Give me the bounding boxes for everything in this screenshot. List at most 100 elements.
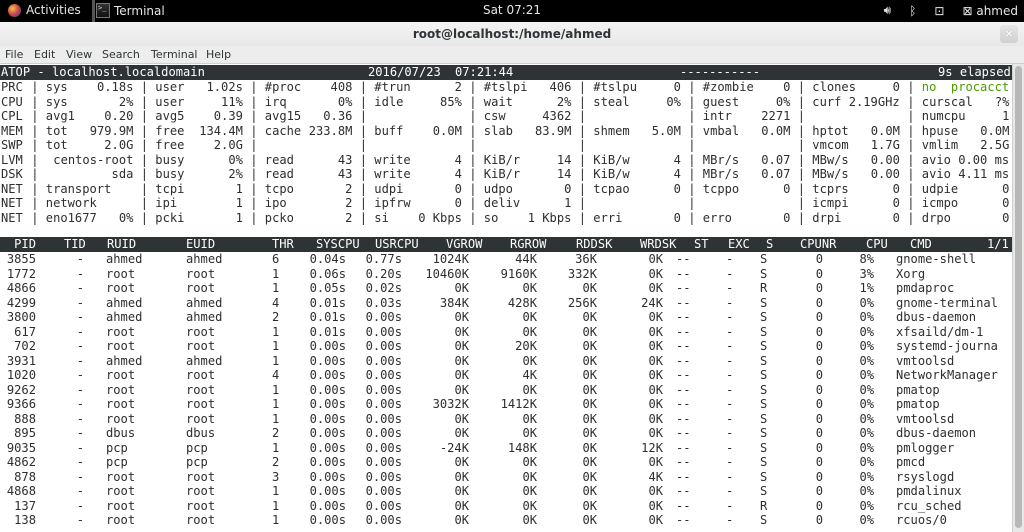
time: 07:21:44: [455, 65, 514, 79]
process-row[interactable]: 138- root root 1 0.00s 0.00s 0K 0K 0K 0K -- - S 0 0% rc…: [0, 513, 1012, 528]
scrollbar[interactable]: [1012, 64, 1024, 532]
process-row[interactable]: 1772 - root root 1 0.06s 0.20s 10460K 9160K 332K 0…: [0, 267, 1012, 282]
cell-tid: -: [76, 469, 84, 484]
close-button[interactable]: ×: [1000, 25, 1018, 43]
process-row[interactable]: 888- root root 1 0.00s 0.00s 0K 0K 0K 0K -- - S 0 0% vm…: [0, 412, 1012, 427]
bluetooth-icon[interactable]: ᛒ: [909, 4, 916, 18]
separator: |: [140, 152, 148, 167]
cell-s: S: [760, 266, 768, 281]
separator: |: [469, 152, 477, 167]
menu-search[interactable]: Search: [102, 48, 140, 61]
cell-s: S: [760, 397, 768, 411]
cell-ruid: root: [106, 397, 136, 411]
process-row[interactable]: 4868- root root 1 0.00s 0.00s 0K 0K 0K 0K -- - S 0 0% p…: [0, 484, 1012, 499]
cell-pid: 4866: [6, 281, 36, 295]
menu-view[interactable]: View: [66, 48, 92, 61]
system-tray[interactable]: 🔊︎ ᛒ ⊡ ⊠ ahmed: [884, 3, 1018, 18]
cell-st: --: [676, 426, 691, 440]
metric-value: 0%: [118, 210, 134, 225]
cell-wrdsk: 0K: [648, 382, 663, 397]
line-tag: NET: [1, 196, 23, 210]
separator: |: [31, 109, 39, 123]
menu-help[interactable]: Help: [206, 48, 231, 61]
volume-icon[interactable]: 🔊︎: [884, 3, 892, 18]
cell-pid: 1020: [6, 368, 36, 382]
activities-button[interactable]: Activities: [8, 3, 81, 17]
cell-rddsk: 0K: [582, 368, 597, 382]
process-row[interactable]: 878- root root 3 0.00s 0.00s 0K 0K 0K 4K -- - S 0 0% rs…: [0, 470, 1012, 485]
process-row[interactable]: 1020- root root 4 0.00s 0.00s 0K 4K 0K 0K -- - S 0 0% N…: [0, 368, 1012, 383]
cell-vgrow: 0K: [454, 469, 469, 484]
user-icon: ⊠: [962, 3, 973, 18]
line-tag: NET: [1, 210, 23, 225]
separator: |: [469, 138, 477, 152]
cell-cmd: vmtoolsd: [896, 353, 955, 368]
sys-line-cpu: CPU | sys 2% | user 11% | irq 0% | idle 85% | wait 2% | s…: [0, 94, 1024, 110]
process-row[interactable]: 4299 - ahmed ahmed 4 0.01s 0.03s 384K 428K 256K 24…: [0, 296, 1012, 311]
cell-rgrow: 148K: [507, 440, 537, 455]
app-menu-button[interactable]: >_ Terminal: [96, 3, 165, 18]
window-titlebar[interactable]: root@localhost:/home/ahmed ×: [0, 22, 1024, 46]
cell-usrcpu: 0.00s: [365, 498, 402, 513]
cell-thr: 4: [272, 295, 280, 310]
clock[interactable]: Sat 07:21: [483, 3, 541, 17]
cell-tid: -: [76, 382, 84, 397]
separator: |: [250, 196, 258, 210]
process-row[interactable]: 3855- ahmed ahmed 6 0.04s 0.77s 1024K 44K 36K 0K -…: [0, 252, 1012, 267]
cell-pid: 888: [14, 411, 36, 426]
line-tag: LVM: [1, 152, 23, 167]
cell-pid: 3931: [6, 353, 36, 368]
cell-s: R: [760, 498, 768, 513]
cell-ruid: root: [106, 368, 136, 382]
process-row[interactable]: 137- root root 1 0.00s 0.00s 0K 0K 0K 0K -- - R 0 0% rc…: [0, 499, 1012, 514]
terminal-view[interactable]: ATOP - localhost.localdomain 2016/07/23 …: [0, 64, 1024, 532]
cell-vgrow: 0K: [454, 324, 469, 339]
cell-cpu: 0%: [859, 324, 874, 339]
cell-s: S: [760, 310, 768, 324]
process-row[interactable]: 4862- pcp pcp 2 0.00s 0.00s 0K 0K 0K 0K -- - S 0 0% pmc…: [0, 455, 1012, 470]
metric-value: 233.8M: [308, 123, 353, 138]
process-row[interactable]: 4866- root root 1 0.05s 0.02s 0K 0K 0K 0K -- - R 0 1% p…: [0, 281, 1012, 296]
network-icon[interactable]: ⊡: [934, 4, 944, 18]
process-row[interactable]: 617- root root 1 0.01s 0.00s 0K 0K 0K 0K -- - S 0 0% xf…: [0, 325, 1012, 340]
metric-value: 0: [892, 181, 900, 196]
menu-terminal[interactable]: Terminal: [151, 48, 198, 61]
separator: |: [907, 80, 915, 94]
metric-value: 1: [235, 181, 243, 196]
cell-cpunr: 0: [815, 455, 823, 469]
cell-ruid: ahmed: [106, 252, 143, 266]
cell-wrdsk: 0K: [648, 310, 663, 324]
metric-label: curf 2.19GHz: [812, 94, 900, 109]
process-row[interactable]: 702- root root 1 0.00s 0.00s 0K 20K 0K 0K -- - S 0 0% s…: [0, 339, 1012, 354]
scrollbar-thumb[interactable]: [1015, 66, 1022, 528]
process-row[interactable]: 9035- pcp pcp 1 0.00s 0.00s -24K 148K 0K 12K -- - S 0…: [0, 441, 1012, 456]
metric-value: 0: [564, 181, 572, 196]
metric-value: 0: [892, 196, 900, 210]
cell-exc: -: [726, 513, 734, 527]
cell-rddsk: 0K: [582, 339, 597, 353]
cell-tid: -: [76, 252, 84, 266]
process-row[interactable]: 9262- root root 1 0.00s 0.00s 0K 0K 0K 0K -- - S 0 0% p…: [0, 383, 1012, 398]
cell-euid: ahmed: [186, 353, 223, 368]
separator: |: [797, 80, 805, 94]
separator: |: [907, 152, 915, 167]
separator: [92, 0, 95, 22]
metric-value: 0.39: [213, 109, 243, 123]
separator: |: [140, 181, 148, 196]
separator: |: [688, 123, 696, 138]
user-menu[interactable]: ⊠ ahmed: [962, 4, 1018, 18]
sys-line-net: NET | network | ipi 1 | ipo 2 | ipfrw 0 | deliv 1 | | | ic…: [0, 196, 1024, 211]
menu-edit[interactable]: Edit: [34, 48, 55, 61]
cell-exc: -: [726, 382, 734, 397]
cell-vgrow: 384K: [439, 295, 469, 310]
cell-vgrow: 0K: [454, 484, 469, 498]
metric-value: 2.0G: [213, 138, 243, 152]
metric-value: 1: [1002, 109, 1010, 123]
menu-file[interactable]: File: [5, 48, 23, 61]
process-row[interactable]: 9366- root root 1 0.00s 0.00s 3032K 1412K 0K 0K --…: [0, 397, 1012, 412]
cell-thr: 2: [272, 310, 280, 324]
process-row[interactable]: 895- dbus dbus 2 0.00s 0.00s 0K 0K 0K 0K -- - S 0 0% db…: [0, 426, 1012, 441]
process-row[interactable]: 3931- ahmed ahmed 1 0.00s 0.00s 0K 0K 0K 0K -- - S 0 0…: [0, 354, 1012, 369]
cell-exc: -: [726, 455, 734, 469]
process-row[interactable]: 3800- ahmed ahmed 2 0.01s 0.00s 0K 0K 0K 0K -- - S 0 0…: [0, 310, 1012, 325]
